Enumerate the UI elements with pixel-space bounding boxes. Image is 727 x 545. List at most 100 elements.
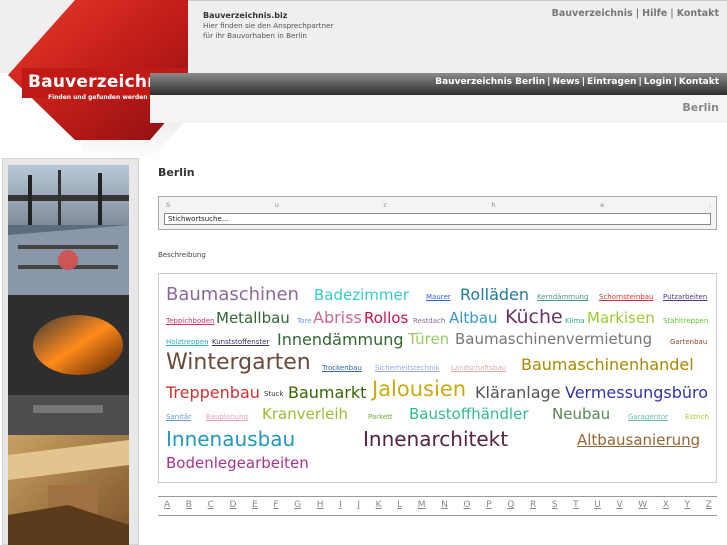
tag-link[interactable]: Baumaschinenhandel xyxy=(521,357,694,373)
tag-link[interactable]: Landschaftsbau xyxy=(451,365,506,372)
top-links: Bauverzeichnis | Hilfe | Kontakt xyxy=(552,8,719,19)
alphabet-link-n[interactable]: N xyxy=(441,500,448,510)
tag-link[interactable]: Altbausanierung xyxy=(577,433,700,448)
page-title: Berlin xyxy=(158,166,195,179)
tag-link[interactable]: Metallbau xyxy=(216,311,290,326)
tag-link[interactable]: Sicherheitstechnik xyxy=(375,365,440,372)
alphabet-link-t[interactable]: T xyxy=(573,500,579,510)
alphabet-link-l[interactable]: L xyxy=(397,500,402,510)
tag-link[interactable]: Parkett xyxy=(368,414,393,421)
tag-link[interactable]: Badezimmer xyxy=(314,288,409,303)
tag-link[interactable]: Sanitär xyxy=(166,414,191,421)
tag-link[interactable]: Wintergarten xyxy=(166,352,311,374)
alphabet-link-s[interactable]: S xyxy=(552,500,558,510)
separator: | xyxy=(581,77,586,87)
nav-link-login[interactable]: Login xyxy=(644,77,672,87)
alphabet-link-c[interactable]: C xyxy=(208,500,214,510)
alphabet-link-q[interactable]: Q xyxy=(507,500,514,510)
nav-link-bauverzeichnis-berlin[interactable]: Bauverzeichnis Berlin xyxy=(435,77,545,87)
tag-link[interactable]: Innendämmung xyxy=(277,332,404,348)
tag-link[interactable]: Rollos xyxy=(364,311,408,326)
nav-link-news[interactable]: News xyxy=(552,77,579,87)
tag-link[interactable]: Stahltreppen xyxy=(663,318,708,325)
search-label-letter: : xyxy=(708,201,711,209)
tagline-line-2: für ihr Bauvorhaben in Berlin xyxy=(203,31,307,40)
tag-link[interactable]: Trockenbau xyxy=(322,365,362,372)
alphabet-link-a[interactable]: A xyxy=(164,500,170,510)
alphabet-link-r[interactable]: R xyxy=(530,500,536,510)
separator: | xyxy=(635,8,640,19)
site-domain: Bauverzeichnis.biz xyxy=(203,11,288,20)
nav-link-kontakt[interactable]: Kontakt xyxy=(679,77,719,87)
alphabet-link-o[interactable]: O xyxy=(464,500,471,510)
tag-link[interactable]: Innenausbau xyxy=(166,429,295,449)
separator: | xyxy=(638,77,642,87)
top-link-hilfe[interactable]: Hilfe xyxy=(642,8,667,19)
tag-link[interactable]: Kunststoffenster xyxy=(212,339,269,346)
tag-link[interactable]: Klima xyxy=(565,318,585,325)
alphabet-nav: A B C D E F G H I J K L M N O P Q R S T U V W X Y Z xyxy=(164,500,712,510)
separator: | xyxy=(670,8,674,19)
tag-link[interactable]: Jalousien xyxy=(372,379,466,400)
tag-link[interactable]: Maurer xyxy=(426,294,451,301)
tag-link[interactable]: Abriss xyxy=(313,310,362,326)
tag-link[interactable]: Baumarkt xyxy=(288,385,366,401)
nav-link-eintragen[interactable]: Eintragen xyxy=(587,77,636,87)
site-tagline: Bauverzeichnis.biz Hier finden sie den A… xyxy=(203,11,333,41)
tag-link[interactable]: Vermessungsbüro xyxy=(565,385,708,401)
tag-link[interactable]: Markisen xyxy=(587,311,655,326)
alphabet-link-k[interactable]: K xyxy=(376,500,382,510)
tag-link[interactable]: Estrich xyxy=(685,414,709,421)
top-link-bauverzeichnis[interactable]: Bauverzeichnis xyxy=(552,8,633,19)
alphabet-link-j[interactable]: J xyxy=(357,500,360,510)
tag-link[interactable]: Bauplanung xyxy=(206,414,248,421)
alphabet-link-b[interactable]: B xyxy=(186,500,192,510)
tag-link[interactable]: Kranverleih xyxy=(262,407,348,422)
tag-link[interactable]: Restdach xyxy=(413,318,445,325)
tag-link[interactable]: Kläranlage xyxy=(475,385,561,401)
tag-link[interactable]: Treppenbau xyxy=(166,385,260,401)
alphabet-link-y[interactable]: Y xyxy=(685,500,691,510)
tag-link[interactable]: Schornsteinbau xyxy=(599,294,653,301)
alphabet-link-d[interactable]: D xyxy=(229,500,236,510)
tag-link[interactable]: Holztreppen xyxy=(166,339,209,346)
alphabet-link-z[interactable]: Z xyxy=(706,500,712,510)
tag-link[interactable]: Garagentor xyxy=(628,414,668,421)
separator: | xyxy=(673,77,677,87)
tag-link[interactable]: Tore xyxy=(297,318,311,325)
alphabet-link-h[interactable]: H xyxy=(317,500,324,510)
alphabet-link-e[interactable]: E xyxy=(252,500,258,510)
tag-link[interactable]: Baumaschinenvermietung xyxy=(455,332,652,347)
construction-photo-image xyxy=(8,165,129,545)
search-label-letter: c xyxy=(383,201,387,209)
tag-link[interactable]: Neubau xyxy=(552,407,610,422)
tag-link[interactable]: Baumaschinen xyxy=(166,286,299,304)
tag-link[interactable]: Rolläden xyxy=(460,287,529,303)
tag-link[interactable]: Türen xyxy=(408,332,449,347)
tag-link[interactable]: Teppichboden xyxy=(166,318,214,325)
search-input[interactable] xyxy=(164,213,711,225)
tag-link[interactable]: Bodenlegearbeiten xyxy=(166,456,309,471)
tag-link[interactable]: Baustoffhändler xyxy=(409,407,529,422)
tag-link[interactable]: Kerndämmung xyxy=(537,294,588,301)
alphabet-link-f[interactable]: F xyxy=(273,500,278,510)
top-link-kontakt[interactable]: Kontakt xyxy=(677,8,719,19)
alphabet-link-p[interactable]: P xyxy=(486,500,491,510)
tag-link[interactable]: Küche xyxy=(505,308,563,327)
alphabet-link-u[interactable]: U xyxy=(594,500,601,510)
alphabet-link-g[interactable]: G xyxy=(294,500,301,510)
search-label: S u c h e : xyxy=(166,201,711,209)
search-label-letter: S xyxy=(166,201,171,209)
tag-link[interactable]: Gartenbau xyxy=(670,339,707,346)
alphabet-link-x[interactable]: X xyxy=(663,500,669,510)
alphabet-link-v[interactable]: V xyxy=(616,500,622,510)
tag-link[interactable]: Altbau xyxy=(449,311,498,326)
main-nav: Bauverzeichnis Berlin | News | Eintragen | Log… xyxy=(435,77,719,87)
alphabet-link-w[interactable]: W xyxy=(638,500,647,510)
tag-link[interactable]: Innenarchitekt xyxy=(363,429,508,449)
tag-link[interactable]: Stuck xyxy=(264,391,284,398)
alphabet-link-m[interactable]: M xyxy=(418,500,426,510)
tag-link[interactable]: Putzarbeiten xyxy=(663,294,707,301)
logo-subtitle: Finden und gefunden werden xyxy=(48,94,148,101)
alphabet-link-i[interactable]: I xyxy=(339,500,342,510)
